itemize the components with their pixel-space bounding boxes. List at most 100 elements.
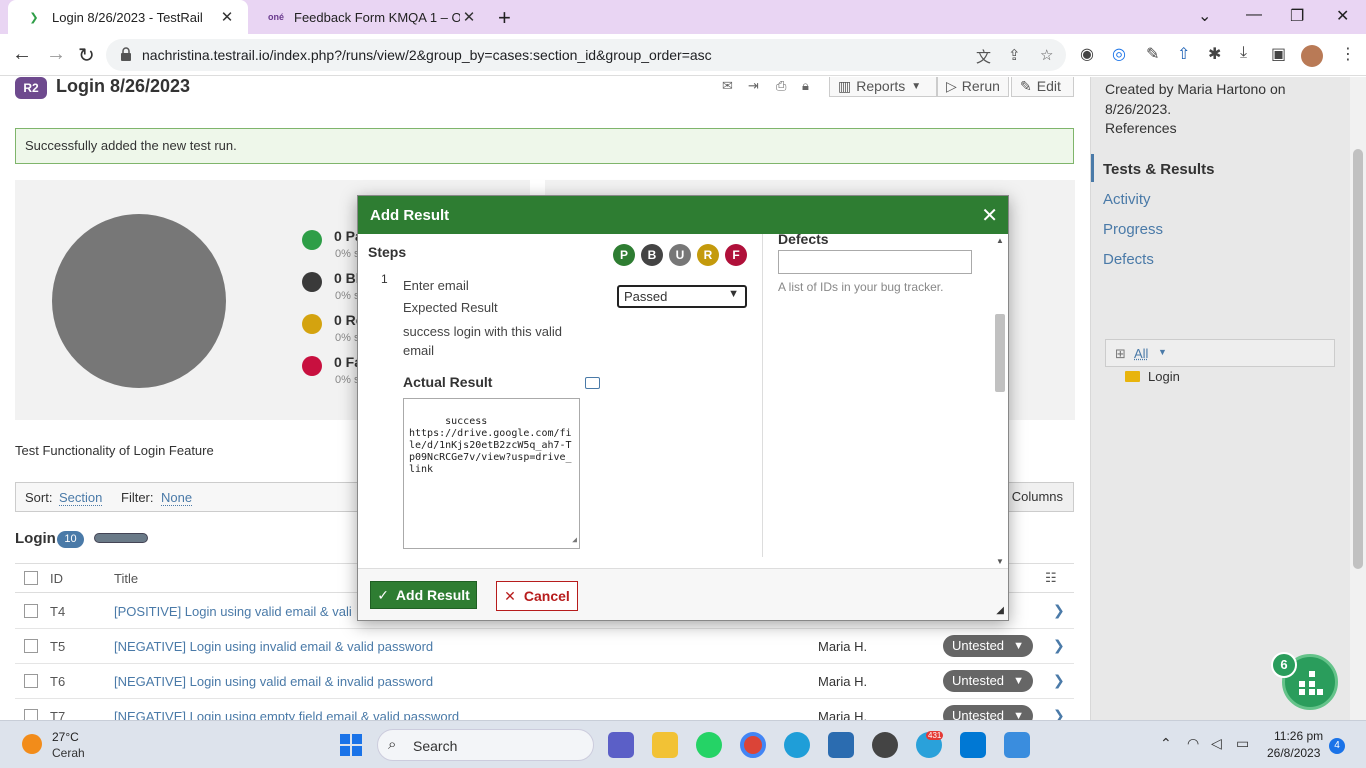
table-row[interactable]: T7 [NEGATIVE] Login using empty field em… — [15, 699, 1074, 720]
rerun-button[interactable]: ▷ Rerun — [937, 77, 1009, 97]
clock-time[interactable]: 11:26 pm — [1274, 729, 1323, 743]
filter-none-link[interactable]: None — [161, 490, 193, 506]
translate-icon[interactable]: 文 — [976, 46, 991, 67]
row-checkbox[interactable] — [24, 604, 38, 618]
tree-item-login[interactable]: Login — [1125, 369, 1180, 384]
menu-icon[interactable]: ⋮ — [1340, 44, 1356, 64]
table-row[interactable]: T5 [NEGATIVE] Login using invalid email … — [15, 629, 1074, 664]
wifi-icon[interactable]: ◠ — [1187, 735, 1199, 752]
vscode-icon[interactable] — [960, 732, 986, 758]
table-row[interactable]: T6 [NEGATIVE] Login using valid email & … — [15, 664, 1074, 699]
share-icon[interactable]: ⇪ — [1008, 46, 1021, 64]
close-tab-icon[interactable]: ✕ — [218, 8, 236, 26]
column-settings-icon[interactable]: ☷ — [1045, 570, 1057, 586]
status-dropdown[interactable]: Untested ▼ — [943, 635, 1033, 657]
row-title[interactable]: [NEGATIVE] Login using empty field email… — [114, 709, 459, 720]
chevron-up-icon[interactable]: ⌃ — [1160, 735, 1172, 752]
status-failed-button[interactable]: F — [725, 244, 747, 266]
edge-icon[interactable] — [784, 732, 810, 758]
print-icon[interactable]: ⎙ — [776, 78, 786, 94]
url-bar[interactable]: nachristina.testrail.io/index.php?/runs/… — [106, 39, 1066, 71]
status-blocked-button[interactable]: B — [641, 244, 663, 266]
chrome-icon[interactable] — [740, 732, 766, 758]
nav-progress[interactable]: Progress — [1103, 221, 1163, 238]
tab-testrail[interactable]: ❯ Login 8/26/2023 - TestRail ✕ — [8, 0, 248, 34]
cancel-button[interactable]: ✕ Cancel — [496, 581, 578, 611]
teams-icon[interactable] — [608, 732, 634, 758]
weather-condition[interactable]: Cerah — [52, 746, 85, 760]
forward-icon[interactable]: → — [46, 43, 66, 66]
back-icon[interactable]: ← — [12, 43, 32, 66]
lock-icon[interactable]: 🔒︎ — [802, 78, 809, 94]
weather-temperature[interactable]: 27°C — [52, 730, 79, 744]
profile-avatar[interactable] — [1301, 45, 1323, 67]
status-untested-button[interactable]: U — [669, 244, 691, 266]
nav-tests-results[interactable]: Tests & Results — [1103, 161, 1214, 178]
status-dropdown[interactable]: Untested ▼ — [943, 670, 1033, 692]
row-checkbox[interactable] — [24, 709, 38, 720]
volume-icon[interactable]: ◁ — [1211, 735, 1222, 752]
export-icon[interactable]: ⇥ — [748, 78, 759, 94]
scrollbar-thumb[interactable] — [1353, 149, 1363, 569]
close-tab-icon[interactable]: ✕ — [460, 8, 478, 26]
row-title[interactable]: [POSITIVE] Login using valid email & val… — [114, 604, 352, 619]
add-result-button[interactable]: ✓ Add Result — [370, 581, 477, 609]
tab-feedback-form[interactable]: oné Feedback Form KMQA 1 – ONE b ✕ — [250, 0, 490, 34]
status-retest-button[interactable]: R — [697, 244, 719, 266]
actual-result-textarea[interactable]: success https://drive.google.com/file/d/… — [403, 398, 580, 549]
notification-badge[interactable]: 4 — [1329, 738, 1345, 754]
nav-defects[interactable]: Defects — [1103, 251, 1154, 268]
status-dropdown[interactable]: Untested ▼ — [943, 705, 1033, 720]
whatsapp-icon[interactable] — [696, 732, 722, 758]
email-icon[interactable]: ✉ — [722, 78, 733, 94]
chevron-right-icon[interactable]: ❯ — [1053, 672, 1065, 689]
weather-sun-icon[interactable] — [22, 734, 42, 754]
row-checkbox[interactable] — [24, 639, 38, 653]
restore-button[interactable]: ❐ — [1290, 6, 1304, 26]
chevron-right-icon[interactable]: ❯ — [1053, 637, 1065, 654]
minimize-button[interactable]: — — [1246, 6, 1262, 24]
extension-icon[interactable]: ◎ — [1112, 44, 1126, 64]
row-title[interactable]: [NEGATIVE] Login using valid email & inv… — [114, 674, 433, 689]
download-icon[interactable]: ⤓ — [1240, 44, 1247, 62]
image-icon[interactable] — [585, 377, 600, 389]
upload-extension-icon[interactable]: ⇧ — [1177, 44, 1190, 64]
camera-icon[interactable]: ◉ — [1080, 44, 1094, 64]
window-close-button[interactable]: ✕ — [1336, 6, 1349, 26]
taskbar-search[interactable]: ⌕ Search — [377, 729, 594, 761]
resize-grip-icon[interactable]: ◢ — [572, 534, 577, 546]
eyedropper-icon[interactable]: ✎ — [1146, 44, 1159, 64]
bookmark-star-icon[interactable]: ☆ — [1040, 46, 1053, 64]
close-icon[interactable]: ✕ — [981, 203, 998, 228]
columns-button[interactable]: Columns — [1000, 483, 1073, 511]
row-checkbox[interactable] — [24, 674, 38, 688]
row-title[interactable]: [NEGATIVE] Login using invalid email & v… — [114, 639, 433, 654]
clock-app-icon[interactable] — [872, 732, 898, 758]
defects-input[interactable] — [778, 250, 972, 274]
windows-start-icon[interactable] — [340, 734, 362, 756]
puzzle-icon[interactable]: ✱ — [1208, 44, 1221, 64]
scroll-down-icon[interactable]: ▼ — [996, 557, 1004, 566]
edit-button[interactable]: ✎ Edit — [1011, 77, 1074, 97]
tab-search-icon[interactable]: ⌄ — [1198, 6, 1211, 26]
select-all-checkbox[interactable] — [24, 571, 38, 585]
dialog-scrollbar[interactable]: ▲ ▼ — [994, 234, 1006, 566]
page-scrollbar[interactable] — [1350, 77, 1366, 720]
chevron-right-icon[interactable]: ❯ — [1053, 707, 1065, 720]
section-filter[interactable]: ⊞ All ▼ — [1105, 339, 1335, 367]
sidebar-toggle-icon[interactable]: ▣ — [1271, 44, 1286, 64]
scroll-up-icon[interactable]: ▲ — [996, 236, 1004, 245]
reload-icon[interactable]: ↻ — [78, 43, 95, 68]
dialog-resize-icon[interactable]: ◢ — [996, 605, 1004, 616]
step-status-select[interactable]: Passed ▼ — [617, 285, 747, 308]
notepad-icon[interactable] — [828, 732, 854, 758]
nav-activity[interactable]: Activity — [1103, 191, 1151, 208]
sort-section-link[interactable]: Section — [59, 490, 103, 506]
reports-button[interactable]: ▥ Reports ▼ — [829, 77, 937, 97]
paint-icon[interactable] — [1004, 732, 1030, 758]
new-tab-button[interactable]: + — [498, 5, 511, 31]
battery-icon[interactable]: ▭ — [1236, 735, 1249, 752]
dialog-scrollbar-thumb[interactable] — [995, 314, 1005, 392]
chevron-right-icon[interactable]: ❯ — [1053, 602, 1065, 619]
status-passed-button[interactable]: P — [613, 244, 635, 266]
